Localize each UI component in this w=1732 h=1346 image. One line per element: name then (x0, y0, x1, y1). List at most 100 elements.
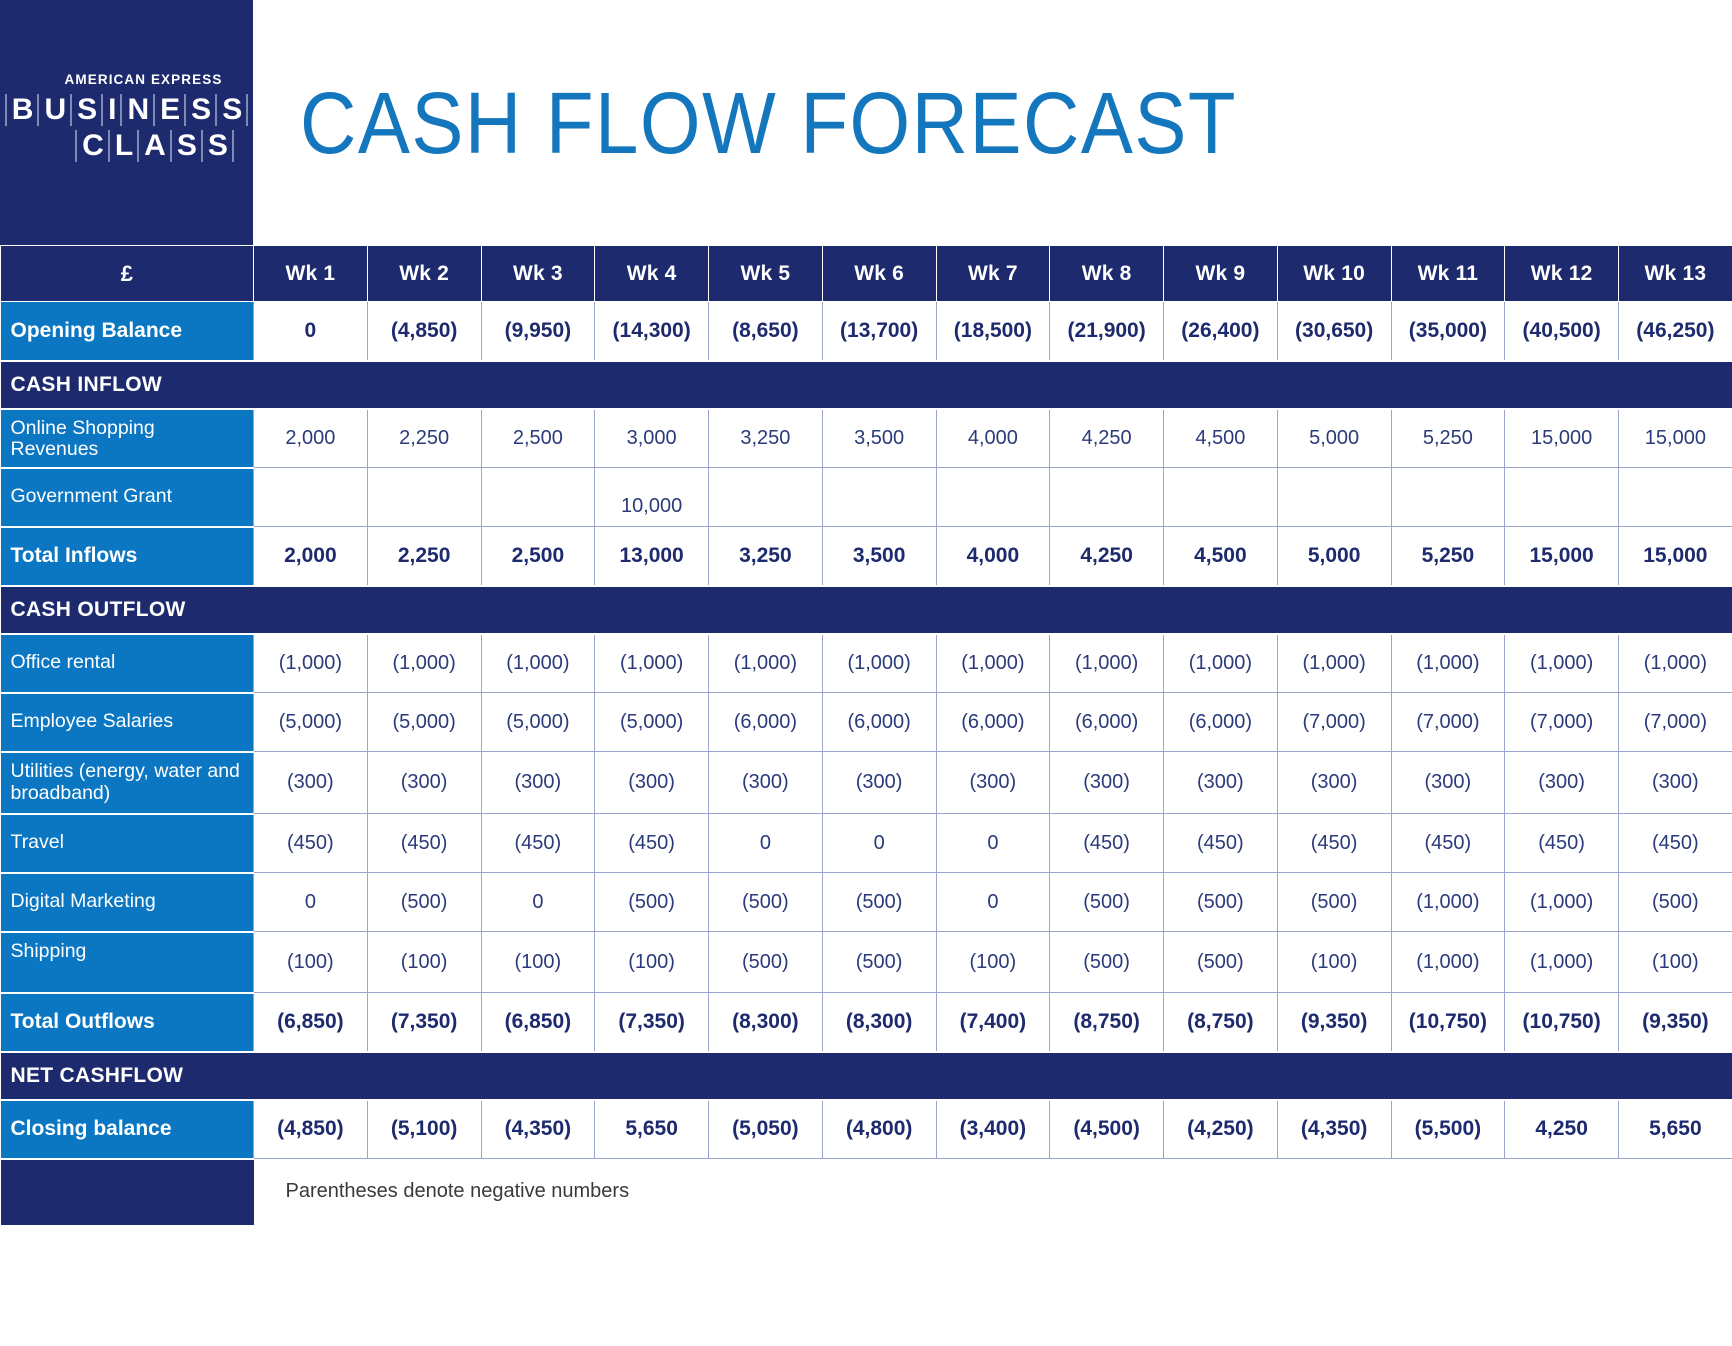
cell-outflow-3-wk6: 0 (821, 813, 937, 873)
cell-outflow-0-wk13: (1,000) (1618, 633, 1732, 693)
row-outflow-3: Travel (450) (450) (450) (450) 0 0 0 (450) (450)(… (0, 813, 1732, 874)
cell-total-outflows-wk4: (7,350) (594, 992, 709, 1052)
column-header-week-13: Wk 13 (1618, 245, 1732, 302)
cell-closing-balance-wk6: (4,800) (821, 1099, 937, 1159)
logo-letter: S (70, 93, 101, 126)
cell-total-outflows-wk3: (6,850) (480, 992, 596, 1052)
cell-total-inflows-wk8: 4,250 (1049, 526, 1164, 586)
cell-outflow-3-wk12: (450) (1504, 813, 1619, 873)
row-inflow-0: Online Shopping Revenues 2,000 2,250 2,500 3… (0, 408, 1732, 469)
cell-inflow-0-wk10: 5,000 (1276, 408, 1392, 468)
cell-outflow-1-wk13: (7,000) (1618, 692, 1732, 752)
row-outflow-4: Digital Marketing 0 (500) 0 (500) (500) (500) 0… (0, 872, 1732, 933)
cell-total-inflows-wk12: 15,000 (1504, 526, 1619, 586)
cell-inflow-0-wk4: 3,000 (594, 408, 709, 468)
cell-outflow-4-wk1: 0 (253, 872, 368, 932)
row-total-inflows: Total Inflows 2,000 2,250 2,500 13,000 3,250 3… (0, 526, 1732, 587)
cell-outflow-5-wk8: (500) (1049, 931, 1164, 993)
cell-total-outflows-wk8: (8,750) (1049, 992, 1164, 1052)
cell-closing-balance-wk4: 5,650 (594, 1099, 709, 1159)
cell-outflow-5-wk9: (500) (1163, 931, 1278, 993)
cell-total-outflows-wk2: (7,350) (366, 992, 482, 1052)
cell-outflow-0-wk8: (1,000) (1049, 633, 1164, 693)
cell-inflow-0-wk6: 3,500 (821, 408, 937, 468)
cell-outflow-3-wk13: (450) (1618, 813, 1732, 873)
row-footnote: Parentheses denote negative numbers (0, 1158, 1732, 1225)
cell-inflow-0-wk7: 4,000 (935, 408, 1051, 468)
cell-outflow-1-wk11: (7,000) (1390, 692, 1506, 752)
cell-inflow-1-wk8 (1049, 467, 1164, 527)
cell-outflow-3-wk7: 0 (935, 813, 1051, 873)
cell-outflow-0-wk9: (1,000) (1163, 633, 1278, 693)
logo-letter: S (169, 129, 201, 162)
cell-outflow-1-wk1: (5,000) (253, 692, 368, 752)
cell-outflow-4-wk4: (500) (594, 872, 709, 932)
cell-inflow-1-wk9 (1163, 467, 1278, 527)
cell-outflow-0-wk2: (1,000) (366, 633, 482, 693)
logo-american-express-text: AMERICAN EXPRESS (64, 71, 223, 87)
cell-total-outflows-wk1: (6,850) (253, 992, 368, 1052)
cash-flow-forecast-page: AMERICAN EXPRESS B U S I N E S S C L A S… (0, 0, 1732, 1346)
logo-letter: L (107, 129, 137, 162)
cell-total-inflows-wk4: 13,000 (594, 526, 709, 586)
column-header-week-2: Wk 2 (366, 245, 482, 302)
cell-outflow-2-wk13: (300) (1618, 751, 1732, 814)
cell-outflow-4-wk8: (500) (1049, 872, 1164, 932)
cell-total-inflows-wk9: 4,500 (1163, 526, 1278, 586)
cell-outflow-5-wk5: (500) (708, 931, 823, 993)
cell-opening-balance-wk3: (9,950) (480, 301, 596, 361)
cell-outflow-2-wk9: (300) (1163, 751, 1278, 814)
cell-total-outflows-wk9: (8,750) (1163, 992, 1278, 1052)
cell-opening-balance-wk6: (13,700) (821, 301, 937, 361)
cell-opening-balance-wk4: (14,300) (594, 301, 709, 361)
cell-outflow-3-wk9: (450) (1163, 813, 1278, 873)
section-title-net-cashflow: NET CASHFLOW (0, 1050, 1732, 1101)
logo-letter: A (137, 129, 170, 162)
cell-outflow-5-wk11: (1,000) (1390, 931, 1506, 993)
column-header-week-10: Wk 10 (1276, 245, 1392, 302)
cell-inflow-1-wk2 (366, 467, 482, 527)
cell-total-inflows-wk7: 4,000 (935, 526, 1051, 586)
cell-outflow-1-wk5: (6,000) (708, 692, 823, 752)
cell-inflow-1-wk13 (1618, 467, 1732, 527)
cell-inflow-0-wk8: 4,250 (1049, 408, 1164, 468)
cell-outflow-5-wk3: (100) (480, 931, 596, 993)
column-header-week-1: Wk 1 (253, 245, 368, 302)
section-title-cash-outflow: CASH OUTFLOW (0, 584, 1732, 635)
cell-closing-balance-wk12: 4,250 (1504, 1099, 1619, 1159)
cell-outflow-3-wk5: 0 (708, 813, 823, 873)
cell-outflow-1-wk10: (7,000) (1276, 692, 1392, 752)
cash-flow-table: £ Wk 1 Wk 2 Wk 3 Wk 4 Wk 5 Wk 6 Wk 7 Wk 8 Wk 9 Wk … (0, 245, 1732, 1225)
logo-letter: I (101, 93, 120, 126)
cell-outflow-1-wk12: (7,000) (1504, 692, 1619, 752)
cell-outflow-2-wk1: (300) (253, 751, 368, 814)
cell-outflow-0-wk7: (1,000) (935, 633, 1051, 693)
footnote-spacer (0, 1158, 254, 1225)
cell-outflow-2-wk11: (300) (1390, 751, 1506, 814)
cell-opening-balance-wk2: (4,850) (366, 301, 482, 361)
logo-letter: S (200, 129, 234, 162)
cell-closing-balance-wk7: (3,400) (935, 1099, 1051, 1159)
cell-opening-balance-wk10: (30,650) (1276, 301, 1392, 361)
cell-inflow-1-wk3 (480, 467, 596, 527)
cell-outflow-0-wk5: (1,000) (708, 633, 823, 693)
cell-outflow-2-wk8: (300) (1049, 751, 1164, 814)
cell-outflow-4-wk10: (500) (1276, 872, 1392, 932)
column-header-week-12: Wk 12 (1504, 245, 1619, 302)
cell-closing-balance-wk11: (5,500) (1390, 1099, 1506, 1159)
cell-inflow-1-wk4: 10,000 (594, 467, 709, 527)
cell-closing-balance-wk8: (4,500) (1049, 1099, 1164, 1159)
cell-closing-balance-wk1: (4,850) (253, 1099, 368, 1159)
logo-letter: N (120, 93, 153, 126)
cell-outflow-1-wk2: (5,000) (366, 692, 482, 752)
currency-header: £ (0, 245, 254, 302)
cell-outflow-0-wk3: (1,000) (480, 633, 596, 693)
cell-outflow-2-wk7: (300) (935, 751, 1051, 814)
cell-outflow-1-wk8: (6,000) (1049, 692, 1164, 752)
column-header-week-8: Wk 8 (1049, 245, 1164, 302)
logo-class-line: C L A S S (5, 129, 248, 162)
row-label-outflow-3: Travel (0, 813, 254, 874)
page-title: CASH FLOW FORECAST (300, 73, 1238, 172)
cell-outflow-2-wk5: (300) (708, 751, 823, 814)
cell-total-outflows-wk10: (9,350) (1276, 992, 1392, 1052)
